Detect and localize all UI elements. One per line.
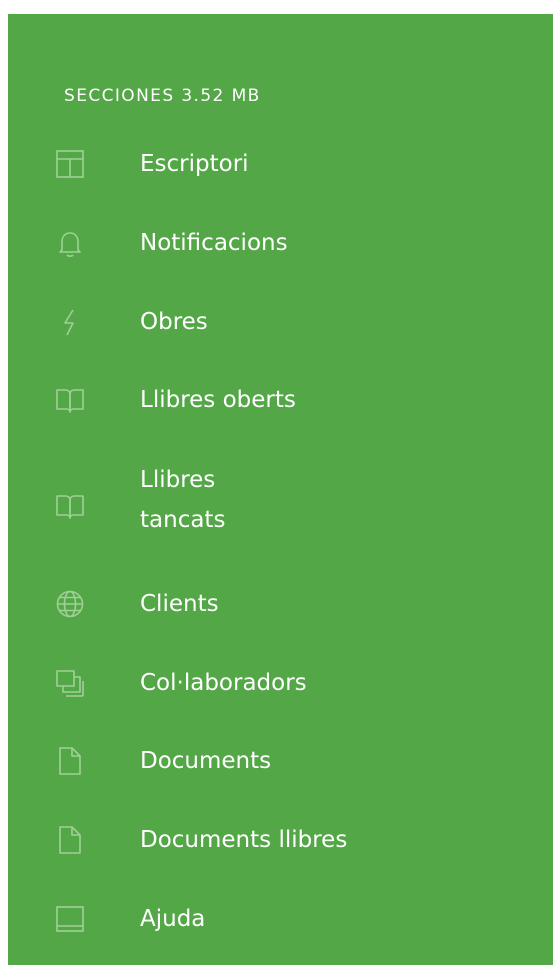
copy-icon — [54, 667, 86, 699]
sidebar-item-label: Escriptori — [140, 151, 249, 177]
open-book-icon — [54, 384, 86, 416]
sidebar-item-notificacions[interactable]: Notificacions — [8, 223, 553, 263]
sidebar-item-label: Col·laboradors — [140, 670, 307, 696]
bell-icon — [54, 227, 86, 259]
document-icon — [54, 824, 86, 856]
monitor-icon — [54, 903, 86, 935]
sidebar-item-label: Notificacions — [140, 230, 288, 256]
globe-icon — [54, 588, 86, 620]
sidebar-item-clients[interactable]: Clients — [8, 584, 553, 624]
sidebar-item-label: Documents llibres — [140, 827, 348, 853]
sidebar-item-label: Ajuda — [140, 906, 206, 932]
sidebar-item-ajuda[interactable]: Ajuda — [8, 899, 553, 939]
sidebar-item-llibres-tancats[interactable]: Llibres tancats — [8, 460, 553, 550]
sidebar-item-escriptori[interactable]: Escriptori — [8, 144, 553, 184]
sidebar-item-label: Obres — [140, 309, 208, 335]
layout-icon — [54, 148, 86, 180]
sidebar: SECCIONES 3.52 MB Escriptori Notificacio… — [8, 0, 553, 965]
sidebar-item-label: Clients — [140, 591, 219, 617]
closed-book-icon — [54, 490, 86, 522]
sidebar-item-llibres-oberts[interactable]: Llibres oberts — [8, 380, 553, 420]
document-icon — [54, 745, 86, 777]
sidebar-item-label: Llibres oberts — [140, 387, 296, 413]
sidebar-item-label: Llibres tancats — [140, 467, 226, 533]
sidebar-item-label: Documents — [140, 748, 272, 774]
sidebar-item-collaboradors[interactable]: Col·laboradors — [8, 663, 553, 703]
sidebar-item-documents[interactable]: Documents — [8, 741, 553, 781]
lightning-icon — [54, 306, 86, 338]
sections-header: SECCIONES 3.52 MB — [64, 86, 261, 106]
sidebar-item-obres[interactable]: Obres — [8, 302, 553, 342]
sidebar-item-documents-llibres[interactable]: Documents llibres — [8, 820, 553, 860]
